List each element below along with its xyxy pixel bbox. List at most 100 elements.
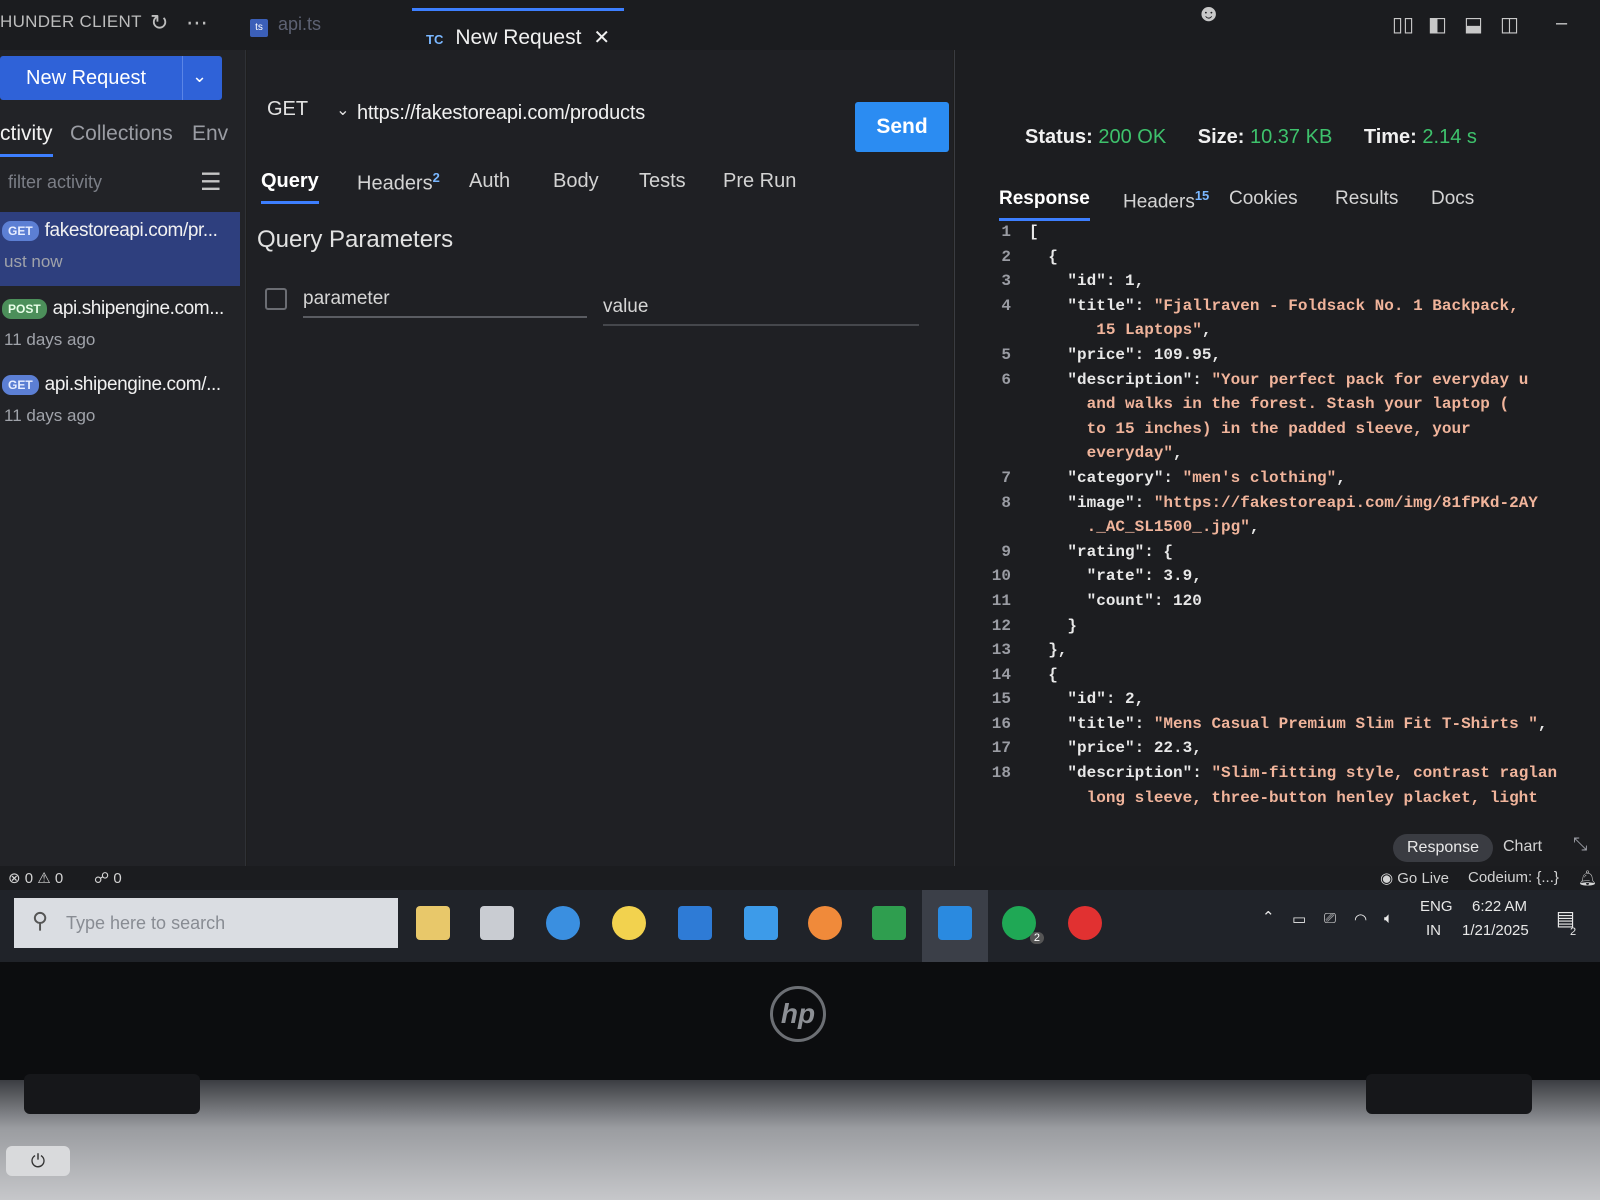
json-key: "image":: [1029, 493, 1154, 512]
clock-date[interactable]: 1/21/2025: [1462, 922, 1529, 939]
line-text: ._AC_SL1500_.jpg",: [1029, 515, 1260, 540]
tab-cookies[interactable]: Cookies: [1229, 188, 1298, 210]
line-number: 13: [991, 641, 1011, 660]
new-request-button[interactable]: New Request ⌄: [0, 56, 222, 100]
tab-response-headers[interactable]: Headers15: [1123, 188, 1209, 213]
tab-pre-run[interactable]: Pre Run: [723, 170, 796, 193]
tab-query[interactable]: Query: [261, 170, 319, 204]
power-button-icon[interactable]: ⏻: [6, 1146, 70, 1176]
filter-activity-input[interactable]: filter activity: [8, 172, 102, 193]
chevron-up-icon[interactable]: ⌃: [1262, 908, 1275, 926]
chevron-down-icon[interactable]: ⌄: [192, 66, 207, 87]
go-live-button[interactable]: ◉ Go Live: [1380, 869, 1449, 887]
app-title: HUNDER CLIENT: [0, 12, 142, 31]
activity-item[interactable]: GET api.shipengine.com/... 11 days ago: [0, 366, 240, 440]
tab-activity[interactable]: ctivity: [0, 122, 53, 157]
request-panel: GET ⌄ https://fakestoreapi.com/products S…: [247, 50, 953, 870]
language-top[interactable]: ENG: [1420, 898, 1453, 915]
refresh-icon[interactable]: ↻: [150, 10, 168, 36]
parameter-input[interactable]: [303, 282, 587, 318]
excel-icon[interactable]: [872, 906, 906, 940]
whatsapp-icon[interactable]: 2: [1002, 906, 1044, 944]
code-line: 3 "id": 1,: [955, 269, 1600, 294]
activity-item[interactable]: GET fakestoreapi.com/pr... ust now: [0, 212, 240, 286]
chrome-icon[interactable]: [612, 906, 646, 940]
meet-icon[interactable]: ⎚: [1324, 910, 1336, 927]
battery-icon[interactable]: ▭: [1292, 910, 1306, 928]
param-checkbox[interactable]: [265, 288, 287, 310]
line-number: [955, 441, 1029, 466]
json-punct: ,: [1336, 468, 1346, 487]
mail-icon[interactable]: [744, 906, 778, 940]
tab-headers[interactable]: Headers2: [357, 170, 440, 196]
line-number: 5: [1001, 345, 1011, 364]
tab-api-ts[interactable]: ts api.ts: [250, 14, 321, 37]
vscode-icon: [938, 906, 972, 940]
problems-indicator[interactable]: ⊗ 0 ⚠ 0: [8, 869, 63, 887]
copilot-icon[interactable]: ☻: [1196, 0, 1221, 28]
line-number: 11: [991, 591, 1011, 610]
tab-response[interactable]: Response: [999, 188, 1090, 221]
tab-tests[interactable]: Tests: [639, 170, 686, 193]
bell-icon[interactable]: 🔔︎: [1578, 869, 1597, 887]
toggle-sidebar-icon[interactable]: ◧: [1428, 12, 1447, 37]
title-bar: HUNDER CLIENT ↻ ⋯ ts api.ts TC New Request…: [0, 0, 1600, 50]
value-input[interactable]: [603, 290, 919, 326]
search-input[interactable]: [66, 898, 386, 948]
code-line: 15 "id": 2,: [955, 687, 1600, 712]
activity-item[interactable]: POST api.shipengine.com... 11 days ago: [0, 290, 240, 364]
code-line: everyday",: [955, 441, 1600, 466]
language-bottom[interactable]: IN: [1426, 922, 1441, 939]
json-key: },: [1029, 641, 1068, 660]
menu-icon[interactable]: ☰: [200, 168, 222, 197]
record-icon[interactable]: [1068, 906, 1102, 940]
activity-time: 11 days ago: [4, 406, 96, 425]
layout-icon[interactable]: ▯▯: [1392, 12, 1414, 37]
codeium-status[interactable]: Codeium: {...}: [1468, 869, 1559, 886]
method-badge: POST: [2, 299, 47, 319]
tab-label: api.ts: [278, 14, 322, 34]
wifi-icon[interactable]: ◠: [1354, 910, 1367, 928]
method-select[interactable]: GET ⌄: [267, 98, 350, 121]
code-line: and walks in the forest. Stash your lapt…: [955, 392, 1600, 417]
minimize-icon[interactable]: –: [1556, 12, 1567, 35]
line-text: }: [1029, 614, 1077, 639]
code-line: 18 "description": "Slim-fitting style, c…: [955, 761, 1600, 786]
chart-view-button[interactable]: Chart: [1503, 838, 1542, 856]
toggle-secondary-icon[interactable]: ◫: [1500, 12, 1519, 37]
response-view-button[interactable]: Response: [1393, 834, 1494, 862]
expand-icon[interactable]: ⤡: [1573, 834, 1587, 855]
volume-icon[interactable]: 🔈︎: [1384, 910, 1393, 927]
close-icon[interactable]: ✕: [593, 27, 610, 49]
app-icon[interactable]: [480, 906, 514, 940]
clock-time[interactable]: 6:22 AM: [1472, 898, 1527, 915]
more-icon[interactable]: ⋯: [186, 10, 208, 36]
line-text: "id": 1,: [1029, 269, 1144, 294]
file-explorer-icon[interactable]: [416, 906, 450, 940]
tab-new-request[interactable]: TC New Request ✕: [412, 8, 625, 50]
edge-icon[interactable]: [546, 906, 580, 940]
response-footer: Response Chart ⤡: [955, 830, 1600, 866]
code-line: 9 "rating": {: [955, 540, 1600, 565]
vscode-active-slot[interactable]: [922, 890, 988, 962]
taskbar-search[interactable]: ⚲: [14, 898, 398, 948]
tab-collections[interactable]: Collections: [70, 122, 173, 146]
json-key: "id": 1,: [1029, 272, 1145, 291]
line-text: [: [1029, 220, 1039, 245]
url-input[interactable]: https://fakestoreapi.com/products: [357, 102, 645, 125]
toggle-panel-icon[interactable]: ⬓: [1464, 12, 1483, 37]
firefox-icon[interactable]: [808, 906, 842, 940]
tab-results[interactable]: Results: [1335, 188, 1398, 210]
tab-docs[interactable]: Docs: [1431, 188, 1474, 210]
json-key: "count": 120: [1029, 591, 1202, 610]
tab-env[interactable]: Env: [192, 122, 228, 146]
code-line: to 15 inches) in the padded sleeve, your: [955, 417, 1600, 442]
response-body[interactable]: 1[2 {3 "id": 1, 4 "title": "Fjallraven - …: [955, 220, 1600, 810]
send-button[interactable]: Send: [855, 102, 949, 152]
json-string: "Mens Casual Premium Slim Fit T-Shirts ": [1153, 714, 1538, 733]
tab-body[interactable]: Body: [553, 170, 599, 193]
ports-indicator[interactable]: ☍ 0: [94, 869, 122, 887]
tab-auth[interactable]: Auth: [469, 170, 510, 193]
line-number: [955, 786, 1029, 811]
store-icon[interactable]: [678, 906, 712, 940]
